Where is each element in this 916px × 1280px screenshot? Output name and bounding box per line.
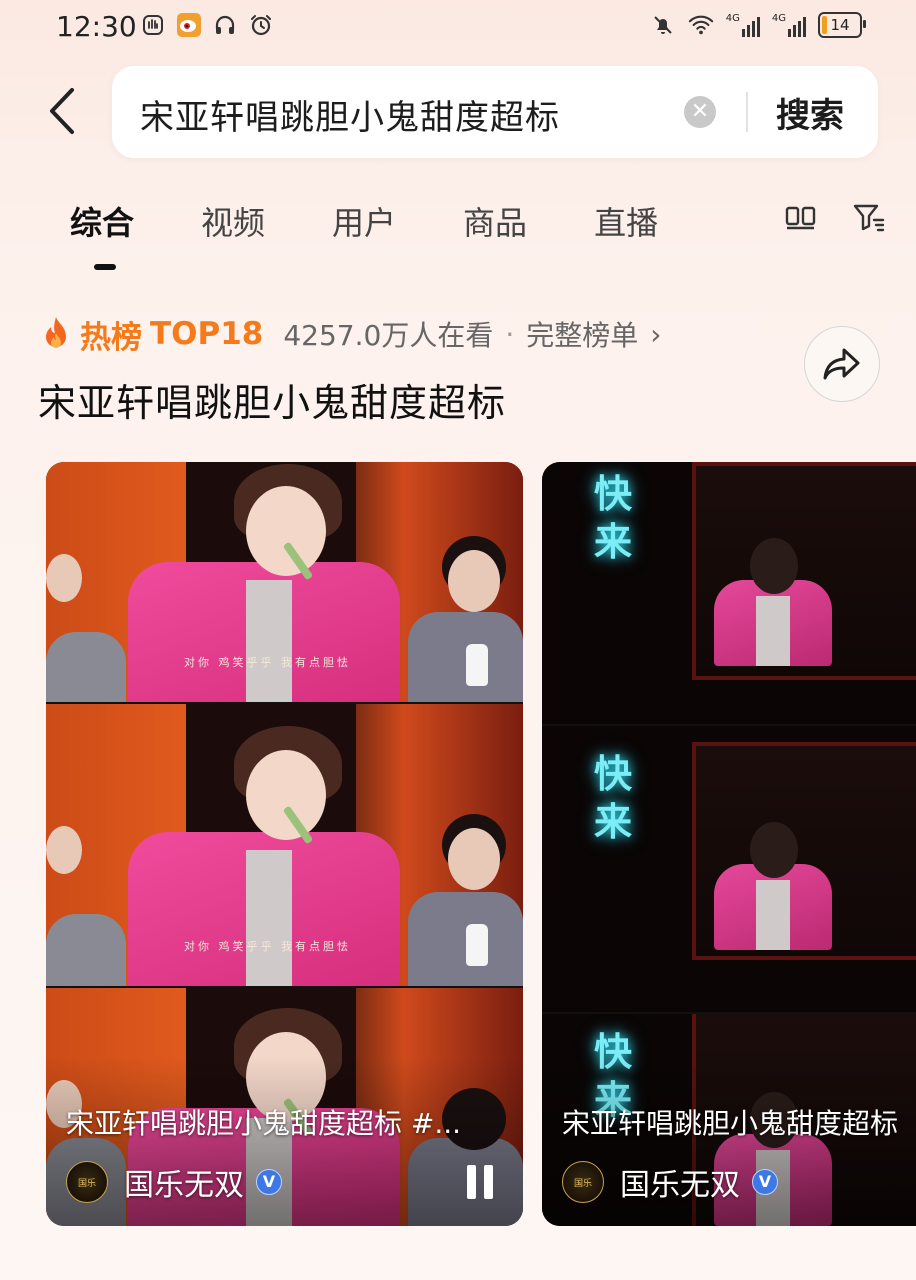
video-title: 宋亚轩唱跳胆小鬼甜度超标 <box>562 1107 899 1140</box>
weibo-app-icon <box>176 12 202 38</box>
status-notification-icons <box>140 12 274 38</box>
author-avatar: 国乐 <box>562 1161 604 1203</box>
tab-all[interactable]: 综合 <box>70 198 134 244</box>
video-frame: 快来 <box>542 726 916 1012</box>
video-frame: 对你 鸡笑乎乎 我有点胆怯 <box>46 704 523 986</box>
video-author[interactable]: 国乐 国乐无双 V <box>66 1160 282 1204</box>
wifi-icon <box>688 12 714 38</box>
video-title: 宋亚轩唱跳胆小鬼甜度超标 #... <box>66 1107 462 1140</box>
share-icon <box>823 348 860 380</box>
signal-2: 4G <box>772 13 806 37</box>
tab-video[interactable]: 视频 <box>201 198 265 244</box>
video-card[interactable]: 对你 鸡笑乎乎 我有点胆怯 对你 鸡笑乎乎 我有点胆怯 宋亚轩唱跳胆小鬼甜度超标… <box>46 462 523 1226</box>
fire-icon <box>46 317 66 348</box>
search-input[interactable]: 宋亚轩唱跳胆小鬼甜度超标 <box>140 90 560 139</box>
back-button[interactable] <box>40 86 84 136</box>
headphones-icon <box>212 12 238 38</box>
video-frame: 对你 鸡笑乎乎 我有点胆怯 <box>46 462 523 702</box>
video-frame: 快来 <box>542 462 916 724</box>
full-list-link[interactable]: 完整榜单 <box>526 314 638 354</box>
pause-icon[interactable] <box>467 1165 497 1201</box>
tab-live[interactable]: 直播 <box>594 198 658 244</box>
search-button[interactable]: 搜索 <box>776 88 844 137</box>
mute-bell-icon <box>650 12 676 38</box>
alarm-icon <box>248 12 274 38</box>
separator-dot: · <box>505 317 515 351</box>
battery-level: 14 <box>830 16 850 34</box>
verified-badge-icon: V <box>752 1169 778 1195</box>
hot-rank: TOP18 <box>150 316 264 352</box>
battery-icon: 14 <box>818 12 866 38</box>
chevron-right-icon: › <box>650 317 662 351</box>
viewer-count: 4257.0万人在看 <box>283 319 494 352</box>
result-tabs: 综合 视频 用户 商品 直播 <box>70 198 725 244</box>
filter-icon[interactable] <box>852 200 886 238</box>
search-box[interactable]: 宋亚轩唱跳胆小鬼甜度超标 ✕ 搜索 <box>112 66 878 158</box>
chevron-left-icon <box>50 88 74 134</box>
clear-icon[interactable]: ✕ <box>684 96 716 128</box>
verified-badge-icon: V <box>256 1169 282 1195</box>
neon-sign: 快来 <box>594 472 633 564</box>
status-system-icons: 4G 4G 14 <box>650 12 866 38</box>
two-column-icon[interactable] <box>784 200 818 238</box>
network-type-1: 4G <box>725 13 740 24</box>
lyric-subtitle: 对你 鸡笑乎乎 我有点胆怯 <box>184 656 351 669</box>
signal-1: 4G <box>726 13 760 37</box>
lyric-subtitle: 对你 鸡笑乎乎 我有点胆怯 <box>184 940 351 953</box>
tab-products[interactable]: 商品 <box>463 198 527 244</box>
tab-active-indicator <box>94 264 116 270</box>
hot-list-row[interactable]: 热榜 TOP18 4257.0万人在看 · 完整榜单 › <box>40 312 661 356</box>
hand-icon <box>140 12 166 38</box>
topic-headline[interactable]: 宋亚轩唱跳胆小鬼甜度超标 <box>38 372 506 427</box>
neon-sign: 快来 <box>594 752 633 844</box>
status-time: 12:30 <box>56 10 137 43</box>
video-card[interactable]: 快来 快来 快来 宋亚轩唱跳胆小鬼甜度超标 国乐 国乐无双 V <box>542 462 916 1226</box>
author-name: 国乐无双 <box>620 1168 740 1203</box>
search-divider <box>746 92 748 132</box>
hot-list-label: 热榜 <box>80 319 142 356</box>
share-button[interactable] <box>804 326 880 402</box>
author-name: 国乐无双 <box>124 1168 244 1203</box>
video-author[interactable]: 国乐 国乐无双 V <box>562 1160 778 1204</box>
status-bar: 12:30 4G 4G 14 <box>0 0 916 58</box>
tab-tools <box>784 200 886 238</box>
tab-users[interactable]: 用户 <box>332 198 396 244</box>
network-type-2: 4G <box>771 13 786 24</box>
author-avatar: 国乐 <box>66 1161 108 1203</box>
